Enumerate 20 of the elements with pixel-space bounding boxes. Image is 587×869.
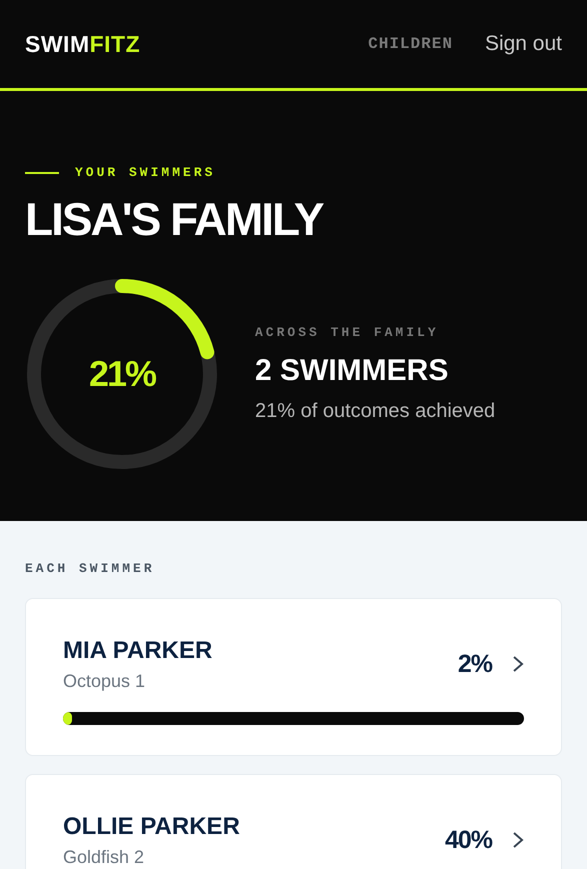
swimmer-group: Octopus 1 [63,670,458,692]
nav-tab[interactable]: CHILDREN [368,35,453,53]
swimmer-group: Goldfish 2 [63,846,445,868]
section-title: EACH SWIMMER [25,560,156,576]
chevron-right-icon [512,831,524,850]
swimmer-percent: 2% [458,650,492,679]
eyebrow-label: YOUR SWIMMERS [75,165,216,180]
ring-percent: 21% [88,352,156,395]
summary-headline: 2 SWIMMERS [255,354,450,388]
swimmer-card[interactable]: OLLIE PARKER Goldfish 2 40% [25,774,562,869]
swimmer-card[interactable]: MIA PARKER Octopus 1 2% [25,598,562,756]
swimmer-name: MIA PARKER [63,636,214,665]
swimmer-percent: 40% [444,826,492,855]
logo[interactable]: SWIMFITZ [25,30,140,58]
swimmer-name: OLLIE PARKER [63,812,241,841]
summary-detail: 21% of outcomes achieved [255,400,496,423]
sign-out-link[interactable]: Sign out [484,32,562,56]
page-title: LISA'S FAMILY [25,194,324,245]
chevron-right-icon [512,655,524,674]
summary-label: ACROSS THE FAMILY [255,324,440,340]
